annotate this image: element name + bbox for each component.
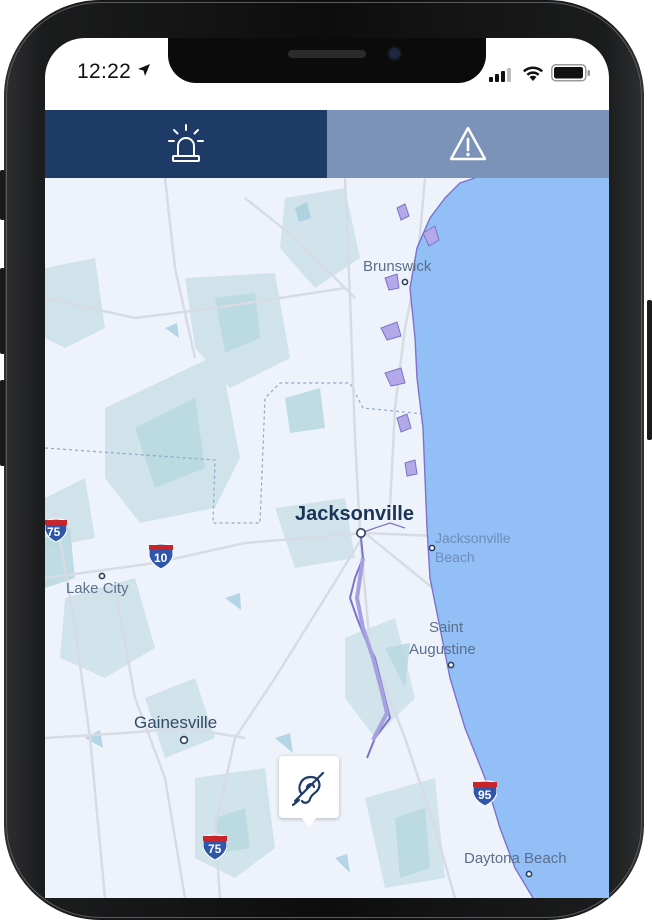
side-button-left-2 bbox=[0, 268, 5, 354]
status-time: 12:22 bbox=[77, 60, 151, 84]
interstate-shield-75-top: 75 bbox=[45, 518, 67, 542]
map-label-jacksonville: Jacksonville bbox=[295, 503, 414, 525]
map-label-lake-city: Lake City bbox=[66, 580, 129, 597]
warning-icon bbox=[449, 126, 487, 161]
front-camera bbox=[389, 48, 400, 59]
map-marker-button[interactable] bbox=[279, 756, 339, 827]
side-button-right bbox=[647, 300, 652, 440]
map-label-daytona-beach: Daytona Beach bbox=[464, 850, 567, 867]
signal-icon bbox=[489, 68, 511, 82]
phone-screen: 12:22 Brunswick Jacksonville Jacksonvill… bbox=[45, 38, 609, 898]
map-label-brunswick: Brunswick bbox=[363, 258, 432, 275]
siren-icon bbox=[168, 124, 204, 162]
map-label-saint-augustine-line2: Augustine bbox=[409, 641, 476, 658]
battery-icon bbox=[551, 64, 590, 82]
shield-number: 75 bbox=[208, 842, 222, 856]
map-label-jacksonville-beach-line1: Jacksonville bbox=[435, 530, 511, 546]
mute-hearing-icon bbox=[291, 771, 325, 807]
interstate-shield-95: 95 bbox=[473, 780, 497, 806]
wifi-icon bbox=[523, 66, 543, 81]
tab-siren[interactable] bbox=[45, 110, 327, 178]
interstate-shield-10: 10 bbox=[149, 543, 173, 569]
shield-number: 75 bbox=[47, 525, 61, 539]
status-icons bbox=[489, 64, 591, 82]
side-button-left-1 bbox=[0, 170, 5, 220]
interstate-shield-75-bottom: 75 bbox=[203, 834, 227, 860]
map-label-jacksonville-beach-line2: Beach bbox=[435, 549, 475, 565]
shield-number: 10 bbox=[154, 551, 168, 565]
speaker-grille bbox=[288, 50, 366, 58]
location-arrow-icon bbox=[138, 64, 151, 76]
map-label-gainesville: Gainesville bbox=[134, 713, 218, 732]
alert-tabs bbox=[45, 110, 609, 178]
tab-warning[interactable] bbox=[327, 110, 609, 178]
map-view[interactable]: Brunswick Jacksonville Jacksonville Beac… bbox=[45, 178, 609, 898]
side-button-left-3 bbox=[0, 380, 5, 466]
map-label-saint-augustine-line1: Saint bbox=[429, 619, 464, 636]
shield-number: 95 bbox=[478, 788, 492, 802]
notch bbox=[168, 38, 486, 83]
